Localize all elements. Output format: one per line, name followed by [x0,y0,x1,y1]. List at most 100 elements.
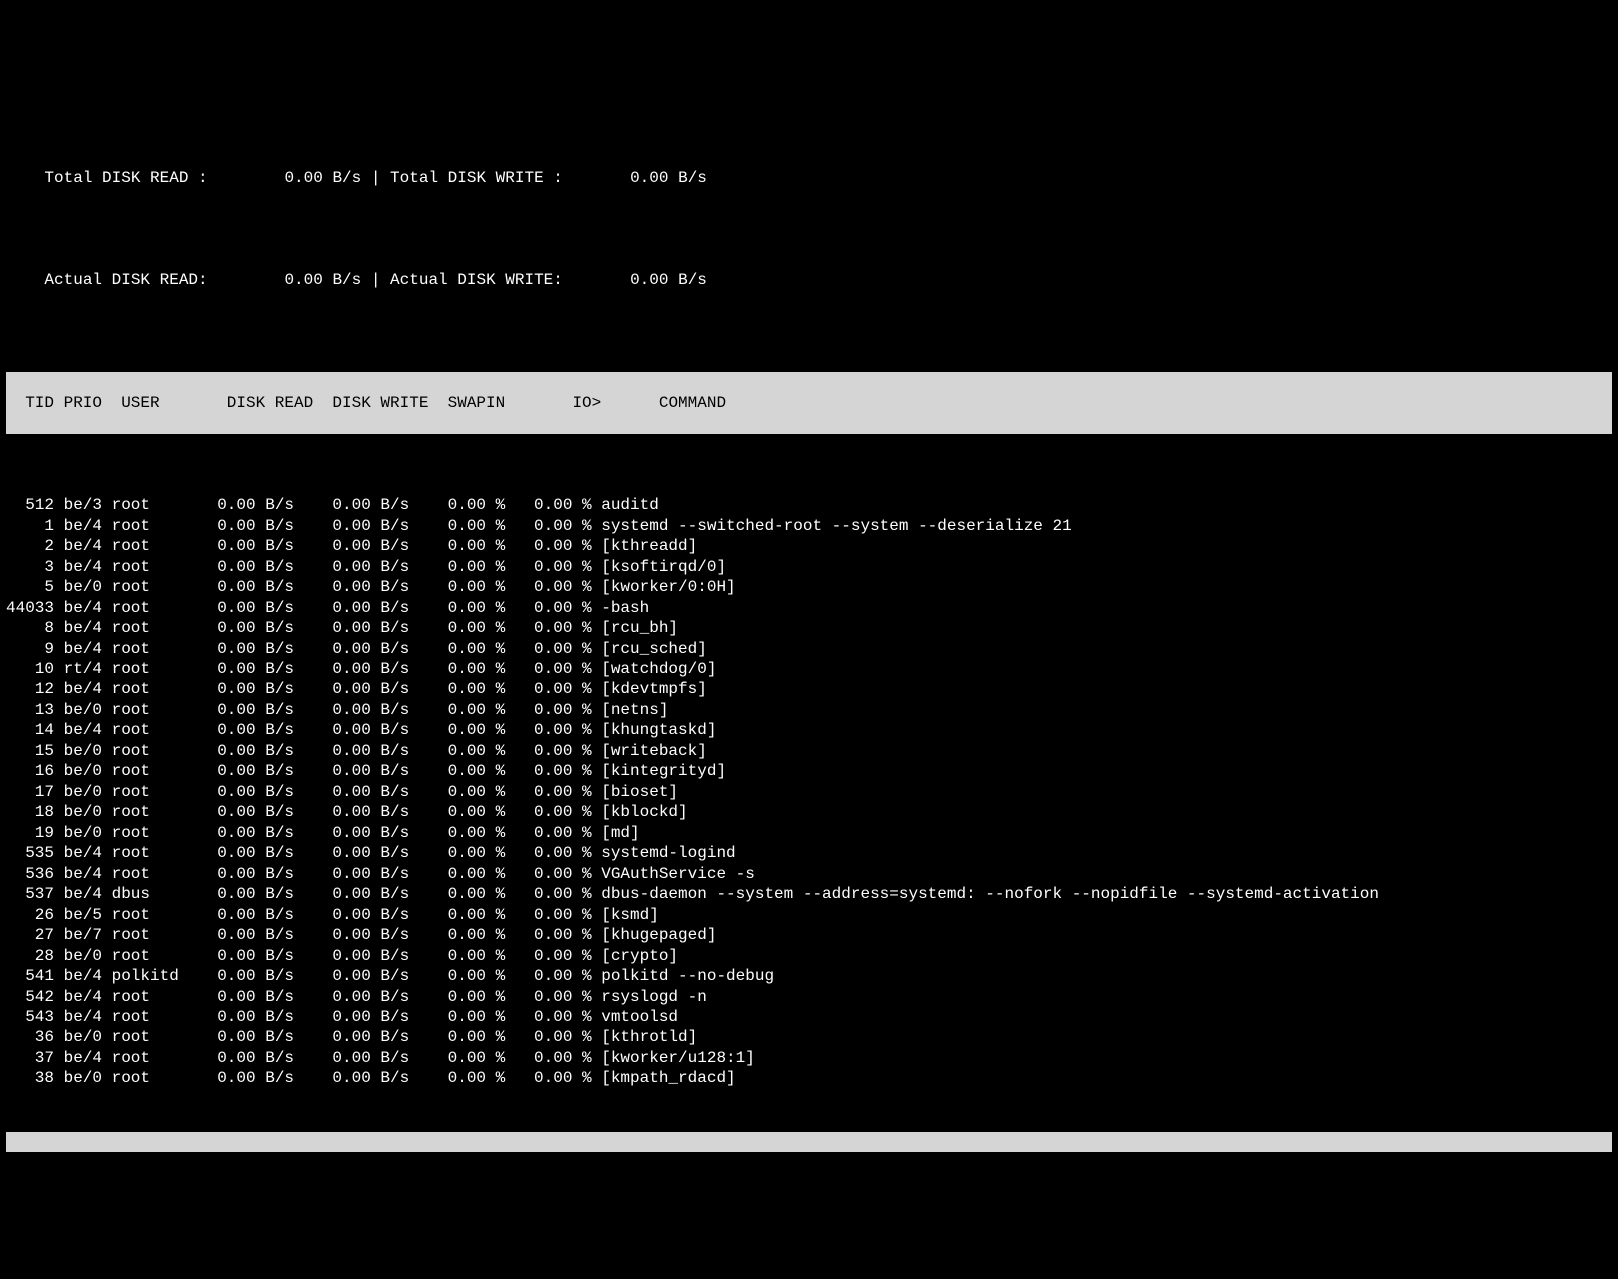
cell-tid: 541 [6,966,54,986]
header-swapin[interactable]: SWAPIN [428,393,505,413]
cell-io-unit: % [572,823,591,843]
process-row[interactable]: 512 be/3 root0.00 B/s 0.00 B/s 0.00 %0.0… [6,495,1612,515]
cell-user: root [112,843,198,863]
header-tid[interactable]: TID [6,393,54,413]
cell-disk-read: 0.00 B/s [198,516,294,536]
process-row[interactable]: 17 be/0 root0.00 B/s 0.00 B/s 0.00 %0.00… [6,782,1612,802]
cell-prio: be/0 [64,946,102,966]
process-row[interactable]: 8 be/4 root0.00 B/s 0.00 B/s 0.00 %0.00 … [6,618,1612,638]
cell-swapin-unit: % [486,659,505,679]
cell-user: root [112,495,198,515]
header-user[interactable]: USER [112,393,208,413]
process-row[interactable]: 27 be/7 root0.00 B/s 0.00 B/s 0.00 %0.00… [6,925,1612,945]
cell-swapin: 0.00 [419,495,486,515]
cell-command: vmtoolsd [601,1007,678,1027]
cell-disk-read: 0.00 B/s [198,884,294,904]
cell-command: auditd [601,495,659,515]
cell-disk-write: 0.00 B/s [304,802,410,822]
column-header-row[interactable]: TIDPRIOUSERDISK READDISK WRITESWAPINIO>C… [6,372,1612,433]
cell-io-unit: % [572,925,591,945]
header-disk-write[interactable]: DISK WRITE [313,393,428,413]
cell-user: root [112,741,198,761]
process-row[interactable]: 38 be/0 root0.00 B/s 0.00 B/s 0.00 %0.00… [6,1068,1612,1088]
cell-swapin-unit: % [486,720,505,740]
cell-tid: 2 [6,536,54,556]
cell-disk-read: 0.00 B/s [198,557,294,577]
summary-separator: | [361,270,390,290]
cell-swapin: 0.00 [419,946,486,966]
cell-swapin-unit: % [486,536,505,556]
process-row[interactable]: 16 be/0 root0.00 B/s 0.00 B/s 0.00 %0.00… [6,761,1612,781]
cell-io-unit: % [572,1027,591,1047]
cell-tid: 14 [6,720,54,740]
cell-command: [kworker/0:0H] [601,577,735,597]
process-row[interactable]: 37 be/4 root0.00 B/s 0.00 B/s 0.00 %0.00… [6,1048,1612,1068]
total-disk-read-label: Total DISK READ : [44,168,217,188]
process-row[interactable]: 15 be/0 root0.00 B/s 0.00 B/s 0.00 %0.00… [6,741,1612,761]
cell-user: root [112,577,198,597]
cell-user: root [112,823,198,843]
iotop-terminal[interactable]: Total DISK READ :0.00 B/s|Total DISK WRI… [0,82,1618,1177]
process-row[interactable]: 28 be/0 root0.00 B/s 0.00 B/s 0.00 %0.00… [6,946,1612,966]
cell-io: 0.00 [505,1048,572,1068]
cell-user: root [112,598,198,618]
process-row[interactable]: 3 be/4 root0.00 B/s 0.00 B/s 0.00 %0.00 … [6,557,1612,577]
cell-user: root [112,802,198,822]
process-row[interactable]: 18 be/0 root0.00 B/s 0.00 B/s 0.00 %0.00… [6,802,1612,822]
cell-disk-read: 0.00 B/s [198,802,294,822]
cell-io-unit: % [572,782,591,802]
cell-user: root [112,639,198,659]
cell-user: root [112,1068,198,1088]
process-row[interactable]: 542 be/4 root0.00 B/s 0.00 B/s 0.00 %0.0… [6,987,1612,1007]
cell-io-unit: % [572,802,591,822]
cell-command: systemd --switched-root --system --deser… [601,516,1071,536]
summary-separator: | [361,168,390,188]
cell-command: [khungtaskd] [601,720,716,740]
process-row[interactable]: 5 be/0 root0.00 B/s 0.00 B/s 0.00 %0.00 … [6,577,1612,597]
process-row[interactable]: 44033 be/4 root0.00 B/s 0.00 B/s 0.00 %0… [6,598,1612,618]
process-row[interactable]: 537 be/4 dbus0.00 B/s 0.00 B/s 0.00 %0.0… [6,884,1612,904]
cell-disk-read: 0.00 B/s [198,946,294,966]
cell-disk-write: 0.00 B/s [304,598,410,618]
process-row[interactable]: 10 rt/4 root0.00 B/s 0.00 B/s 0.00 %0.00… [6,659,1612,679]
header-prio[interactable]: PRIO [54,393,112,413]
cell-prio: be/4 [64,884,102,904]
process-row[interactable]: 536 be/4 root0.00 B/s 0.00 B/s 0.00 %0.0… [6,864,1612,884]
process-row[interactable]: 541 be/4 polkitd0.00 B/s 0.00 B/s 0.00 %… [6,966,1612,986]
process-row[interactable]: 535 be/4 root0.00 B/s 0.00 B/s 0.00 %0.0… [6,843,1612,863]
process-row[interactable]: 13 be/0 root0.00 B/s 0.00 B/s 0.00 %0.00… [6,700,1612,720]
cell-command: [ksoftirqd/0] [601,557,726,577]
cell-swapin: 0.00 [419,577,486,597]
cell-tid: 37 [6,1048,54,1068]
process-row[interactable]: 19 be/0 root0.00 B/s 0.00 B/s 0.00 %0.00… [6,823,1612,843]
header-disk-read[interactable]: DISK READ [208,393,314,413]
cell-command: [md] [601,823,639,843]
cell-prio: be/4 [64,679,102,699]
process-row[interactable]: 26 be/5 root0.00 B/s 0.00 B/s 0.00 %0.00… [6,905,1612,925]
cell-prio: be/3 [64,495,102,515]
cell-swapin: 0.00 [419,700,486,720]
process-row[interactable]: 9 be/4 root0.00 B/s 0.00 B/s 0.00 %0.00 … [6,639,1612,659]
cell-io-unit: % [572,659,591,679]
process-row[interactable]: 36 be/0 root0.00 B/s 0.00 B/s 0.00 %0.00… [6,1027,1612,1047]
process-row[interactable]: 12 be/4 root0.00 B/s 0.00 B/s 0.00 %0.00… [6,679,1612,699]
cell-tid: 5 [6,577,54,597]
cell-io: 0.00 [505,987,572,1007]
cell-command: VGAuthService -s [601,864,755,884]
cell-disk-write: 0.00 B/s [304,639,410,659]
cell-swapin: 0.00 [419,823,486,843]
cell-disk-read: 0.00 B/s [198,720,294,740]
cell-io: 0.00 [505,741,572,761]
header-command[interactable]: COMMAND [611,393,726,413]
cell-swapin: 0.00 [419,741,486,761]
cell-io-unit: % [572,536,591,556]
process-row[interactable]: 1 be/4 root0.00 B/s 0.00 B/s 0.00 %0.00 … [6,516,1612,536]
cell-io-unit: % [572,516,591,536]
header-io[interactable]: IO> [505,393,611,413]
cell-io-unit: % [572,639,591,659]
cell-io-unit: % [572,700,591,720]
cell-tid: 17 [6,782,54,802]
process-row[interactable]: 543 be/4 root0.00 B/s 0.00 B/s 0.00 %0.0… [6,1007,1612,1027]
process-row[interactable]: 14 be/4 root0.00 B/s 0.00 B/s 0.00 %0.00… [6,720,1612,740]
process-row[interactable]: 2 be/4 root0.00 B/s 0.00 B/s 0.00 %0.00 … [6,536,1612,556]
